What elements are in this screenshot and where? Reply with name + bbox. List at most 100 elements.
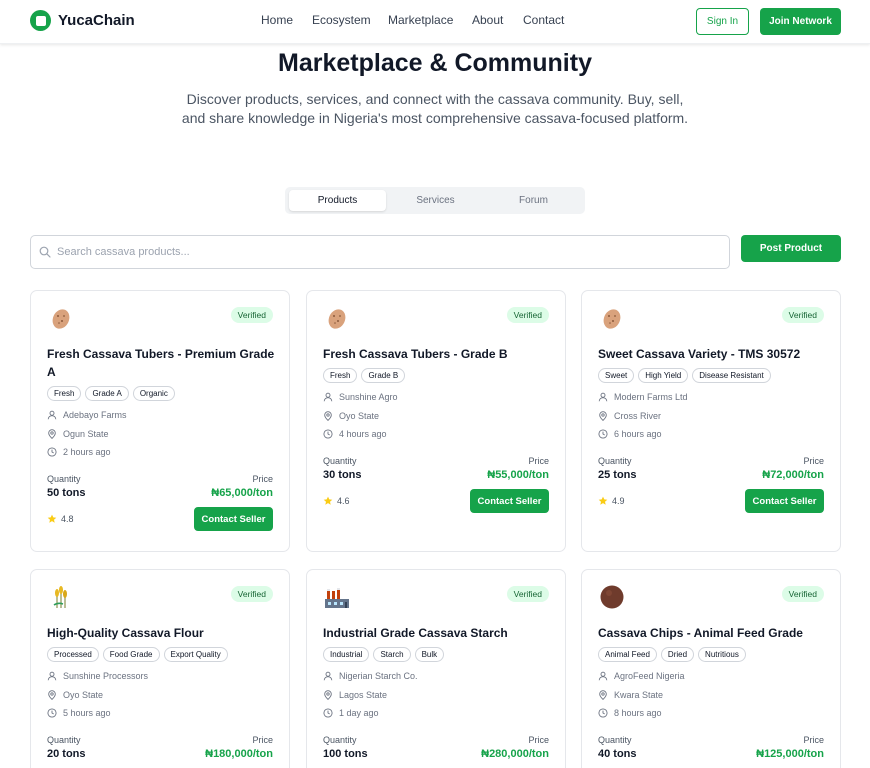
map-pin-icon bbox=[324, 411, 332, 421]
page-title: Marketplace & Community bbox=[278, 49, 592, 77]
user-icon bbox=[323, 392, 333, 402]
seller-row: Nigerian Starch Co. bbox=[323, 671, 418, 681]
cassava-tuber-icon bbox=[599, 305, 625, 331]
product-title[interactable]: Fresh Cassava Tubers - Grade B bbox=[323, 345, 551, 363]
wheat-icon bbox=[48, 584, 74, 610]
clock-icon bbox=[323, 429, 333, 439]
seller-row: Sunshine Processors bbox=[47, 671, 148, 681]
user-icon bbox=[598, 671, 608, 681]
location-row: Oyo State bbox=[323, 411, 379, 421]
nav-link-marketplace[interactable]: Marketplace bbox=[388, 13, 453, 27]
map-pin-icon bbox=[324, 690, 332, 700]
product-tag: Organic bbox=[132, 386, 175, 401]
time-row: 8 hours ago bbox=[598, 708, 662, 718]
rating: 4.6 bbox=[323, 496, 350, 506]
post-product-button[interactable]: Post Product bbox=[741, 235, 841, 262]
product-card: Verified High-Quality Cassava Flour Proc… bbox=[30, 569, 290, 768]
tab-forum[interactable]: Forum bbox=[485, 190, 582, 211]
price-label: Price bbox=[803, 456, 824, 466]
contact-seller-button[interactable]: Contact Seller bbox=[745, 489, 824, 513]
factory-icon bbox=[324, 584, 350, 610]
product-tag: Dried bbox=[660, 647, 695, 662]
product-tags: Processed Food Grade Export Quality bbox=[47, 647, 228, 662]
nav-link-contact[interactable]: Contact bbox=[523, 13, 564, 27]
location-row: Kwara State bbox=[598, 690, 663, 700]
time-row: 5 hours ago bbox=[47, 708, 111, 718]
sign-in-button[interactable]: Sign In bbox=[696, 8, 749, 35]
quantity-label: Quantity bbox=[598, 456, 632, 466]
product-tags: Sweet High Yield Disease Resistant bbox=[598, 368, 771, 383]
rating-value: 4.6 bbox=[337, 496, 350, 506]
tab-products[interactable]: Products bbox=[289, 190, 386, 211]
product-title[interactable]: Industrial Grade Cassava Starch bbox=[323, 624, 551, 642]
contact-seller-button[interactable]: Contact Seller bbox=[194, 507, 273, 531]
product-tag: Disease Resistant bbox=[692, 368, 771, 383]
seller-name: Modern Farms Ltd bbox=[614, 392, 688, 402]
join-network-button[interactable]: Join Network bbox=[760, 8, 841, 35]
user-icon bbox=[47, 410, 57, 420]
tab-services[interactable]: Services bbox=[387, 190, 484, 211]
price-label: Price bbox=[252, 474, 273, 484]
location-row: Cross River bbox=[598, 411, 661, 421]
posted-time: 6 hours ago bbox=[614, 429, 662, 439]
verified-badge: Verified bbox=[230, 307, 273, 323]
product-tag: Processed bbox=[47, 647, 99, 662]
star-icon bbox=[598, 496, 608, 505]
seller-location: Oyo State bbox=[63, 690, 104, 700]
time-row: 2 hours ago bbox=[47, 447, 111, 457]
product-title[interactable]: High-Quality Cassava Flour bbox=[47, 624, 275, 642]
posted-time: 4 hours ago bbox=[339, 429, 387, 439]
price-value: ₦65,000/ton bbox=[211, 487, 273, 499]
seller-name: Sunshine Processors bbox=[63, 671, 149, 681]
product-tags: Fresh Grade A Organic bbox=[47, 386, 175, 401]
product-title[interactable]: Cassava Chips - Animal Feed Grade bbox=[598, 624, 826, 642]
product-card: Verified Fresh Cassava Tubers - Premium … bbox=[30, 290, 290, 552]
seller-location: Ogun State bbox=[63, 429, 109, 439]
product-title[interactable]: Sweet Cassava Variety - TMS 30572 bbox=[598, 345, 826, 363]
price-value: ₦180,000/ton bbox=[205, 748, 273, 760]
chip-icon bbox=[599, 584, 625, 610]
quantity-label: Quantity bbox=[47, 474, 81, 484]
price-value: ₦125,000/ton bbox=[756, 748, 824, 760]
quantity-label: Quantity bbox=[323, 456, 357, 466]
seller-row: Sunshine Agro bbox=[323, 392, 398, 402]
clock-icon bbox=[47, 447, 57, 457]
user-icon bbox=[598, 392, 608, 402]
product-tag: Nutritious bbox=[698, 647, 746, 662]
posted-time: 1 day ago bbox=[339, 708, 379, 718]
product-card: Verified Cassava Chips - Animal Feed Gra… bbox=[581, 569, 841, 768]
product-tag: Food Grade bbox=[102, 647, 160, 662]
product-tags: Industrial Starch Bulk bbox=[323, 647, 445, 662]
verified-badge: Verified bbox=[506, 586, 549, 602]
star-icon bbox=[47, 514, 57, 523]
quantity-label: Quantity bbox=[47, 735, 81, 745]
product-title[interactable]: Fresh Cassava Tubers - Premium Grade A bbox=[47, 345, 275, 381]
product-card: Verified Industrial Grade Cassava Starch… bbox=[306, 569, 566, 768]
nav-link-ecosystem[interactable]: Ecosystem bbox=[312, 13, 371, 27]
nav-link-about[interactable]: About bbox=[472, 13, 503, 27]
quantity-value: 40 tons bbox=[598, 748, 637, 760]
price-label: Price bbox=[252, 735, 273, 745]
product-tag: Fresh bbox=[323, 368, 358, 383]
seller-name: Sunshine Agro bbox=[339, 392, 398, 402]
map-pin-icon bbox=[48, 429, 56, 439]
quantity-label: Quantity bbox=[598, 735, 632, 745]
product-tag: Sweet bbox=[598, 368, 635, 383]
verified-badge: Verified bbox=[506, 307, 549, 323]
seller-location: Lagos State bbox=[339, 690, 388, 700]
product-tag: Starch bbox=[373, 647, 411, 662]
clock-icon bbox=[323, 708, 333, 718]
contact-seller-button[interactable]: Contact Seller bbox=[470, 489, 549, 513]
product-tag: Fresh bbox=[47, 386, 82, 401]
nav-link-home[interactable]: Home bbox=[261, 13, 293, 27]
product-tags: Fresh Grade B bbox=[323, 368, 406, 383]
map-pin-icon bbox=[48, 690, 56, 700]
cassava-tuber-icon bbox=[324, 305, 350, 331]
time-row: 1 day ago bbox=[323, 708, 379, 718]
price-value: ₦72,000/ton bbox=[762, 469, 824, 481]
search-input[interactable] bbox=[57, 242, 717, 262]
location-row: Lagos State bbox=[323, 690, 387, 700]
top-navbar: YucaChain Home Ecosystem Marketplace Abo… bbox=[0, 0, 870, 44]
user-icon bbox=[47, 671, 57, 681]
location-row: Ogun State bbox=[47, 429, 109, 439]
